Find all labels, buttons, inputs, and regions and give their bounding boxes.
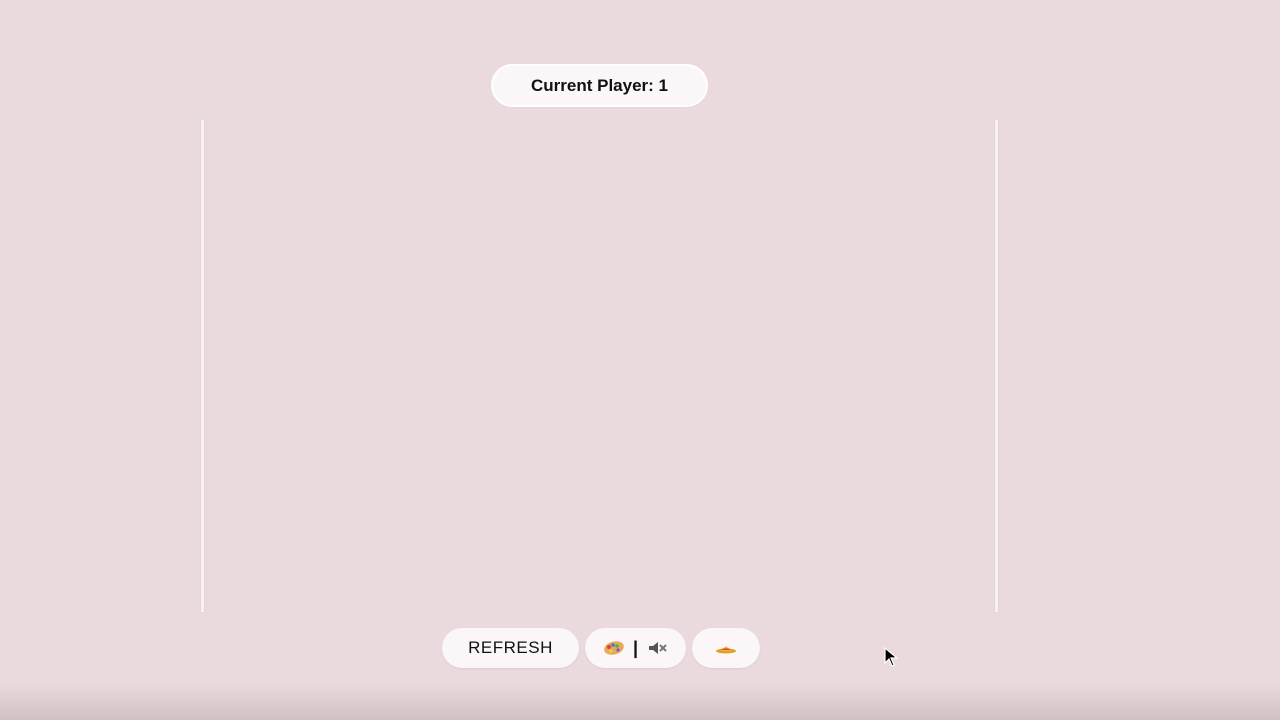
game-board[interactable] <box>201 120 998 612</box>
board-left-wall <box>201 120 204 612</box>
toggle-separator: | <box>632 637 639 658</box>
refresh-button[interactable]: REFRESH <box>442 628 579 668</box>
theme-sound-toggle-button[interactable]: | <box>585 628 686 668</box>
current-player-label: Current Player: 1 <box>531 75 668 95</box>
refresh-label: REFRESH <box>468 638 553 657</box>
speaker-muted-icon <box>646 640 668 656</box>
board-right-wall <box>995 120 998 612</box>
mouse-cursor-icon <box>884 646 900 669</box>
control-bar: REFRESH | <box>442 628 760 668</box>
sombrero-hat-icon <box>715 640 737 656</box>
palette-icon <box>603 640 625 656</box>
current-player-status: Current Player: 1 <box>493 66 706 105</box>
bottom-edge-shade <box>0 684 1280 720</box>
sombrero-button[interactable] <box>692 628 760 668</box>
